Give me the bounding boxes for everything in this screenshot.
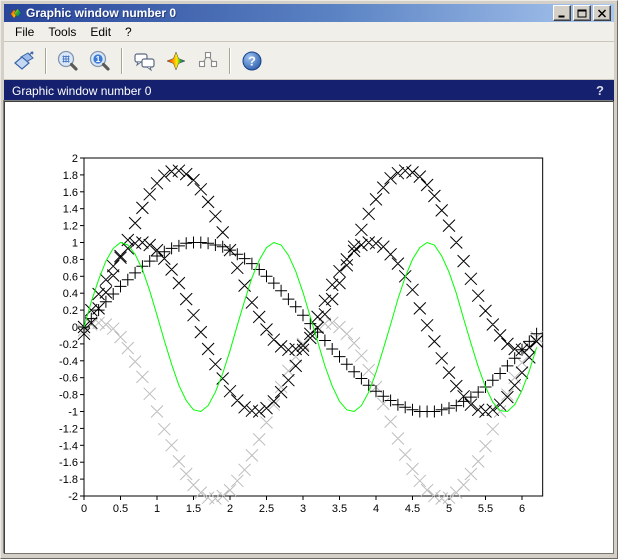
zoom-area-icon <box>56 49 80 73</box>
close-icon <box>597 9 607 18</box>
y-tick-label: -0.2 <box>59 339 78 351</box>
y-tick-label: 0.2 <box>63 305 78 317</box>
x-tick-label: 5 <box>446 503 452 515</box>
series-gray-cross-curve <box>78 317 543 505</box>
dialogs-icon <box>132 49 156 73</box>
x-tick-label: 4 <box>373 503 379 515</box>
help-icon: ? <box>240 49 264 73</box>
copy-export-icon <box>12 49 36 73</box>
toolbar-separator <box>121 48 123 74</box>
minimize-icon <box>557 9 567 18</box>
x-tick-label: 5.5 <box>478 503 493 515</box>
x-tick-label: 4.5 <box>405 503 420 515</box>
y-tick-label: 0.6 <box>63 271 78 283</box>
y-tick-label: 0 <box>72 322 78 334</box>
x-tick-label: 2 <box>227 503 233 515</box>
menubar: File Tools Edit ? <box>4 22 614 42</box>
titlebar[interactable]: Graphic window number 0 <box>4 4 614 22</box>
minimize-button[interactable] <box>553 5 571 21</box>
dialogs-button[interactable] <box>128 45 160 77</box>
copy-export-button[interactable] <box>8 45 40 77</box>
help-button[interactable]: ? <box>236 45 268 77</box>
y-tick-label: 1 <box>72 238 78 250</box>
close-button[interactable] <box>593 5 611 21</box>
y-tick-label: -1.4 <box>59 440 78 452</box>
y-tick-label: 0.4 <box>63 288 78 300</box>
svg-text:?: ? <box>248 53 256 68</box>
infobar-help-link[interactable]: ? <box>594 83 606 98</box>
ged-editor-icon <box>164 49 188 73</box>
y-tick-label: 0.8 <box>63 254 78 266</box>
series-black-plus-sinx <box>78 237 543 418</box>
y-tick-label: -0.4 <box>59 356 78 368</box>
initial-view-icon: 1 <box>88 49 112 73</box>
y-tick-label: -0.6 <box>59 373 78 385</box>
y-tick-label: -2 <box>68 491 78 503</box>
y-tick-label: 1.4 <box>63 204 78 216</box>
x-tick-label: 3.5 <box>332 503 347 515</box>
x-tick-label: 2.5 <box>259 503 274 515</box>
x-tick-label: 3 <box>300 503 306 515</box>
datatips-icon <box>196 49 220 73</box>
svg-text:1: 1 <box>96 54 101 64</box>
datatips-button[interactable] <box>192 45 224 77</box>
y-tick-label: -1.6 <box>59 457 78 469</box>
x-tick-label: 0 <box>81 503 87 515</box>
y-tick-label: -1 <box>68 407 78 419</box>
y-tick-label: -0.8 <box>59 390 78 402</box>
maximize-button[interactable] <box>573 5 591 21</box>
menu-tools[interactable]: Tools <box>41 23 83 41</box>
infobar-title: Graphic window number 0 <box>12 84 594 98</box>
y-tick-label: 1.2 <box>63 221 78 233</box>
initial-view-button[interactable]: 1 <box>84 45 116 77</box>
zoom-area-button[interactable] <box>52 45 84 77</box>
maximize-icon <box>577 9 587 18</box>
plot-area: 0 0.5 1 1.5 2 2.5 3 3.5 4 4.5 5 5.5 6 2 1.8 1.6 1.4 1.2 1 0… <box>5 102 615 555</box>
plot-canvas-area[interactable]: 0 0.5 1 1.5 2 2.5 3 3.5 4 4.5 5 5.5 6 2 1.8 1.6 1.4 1.2 1 0… <box>4 101 614 554</box>
toolbar-separator <box>45 48 47 74</box>
y-tick-label: -1.2 <box>59 423 78 435</box>
x-tick-label: 0.5 <box>113 503 128 515</box>
menu-file[interactable]: File <box>8 23 41 41</box>
x-tick-label: 1 <box>154 503 160 515</box>
infobar: Graphic window number 0 ? <box>4 80 614 101</box>
toolbar-separator <box>229 48 231 74</box>
menu-edit[interactable]: Edit <box>83 23 118 41</box>
scilab-app-icon <box>8 6 22 20</box>
y-tick-label: -1.8 <box>59 474 78 486</box>
y-tick-label: 1.8 <box>63 170 78 182</box>
menu-help[interactable]: ? <box>118 23 139 41</box>
y-tick-label: 2 <box>72 153 78 165</box>
x-tick-label: 6 <box>519 503 525 515</box>
graphic-window: Graphic window number 0 F <box>0 0 618 559</box>
x-tick-label: 1.5 <box>186 503 201 515</box>
toolbar: 1 <box>4 42 614 80</box>
ged-editor-button[interactable] <box>160 45 192 77</box>
window-title: Graphic window number 0 <box>26 4 553 22</box>
y-tick-label: 1.6 <box>63 187 78 199</box>
